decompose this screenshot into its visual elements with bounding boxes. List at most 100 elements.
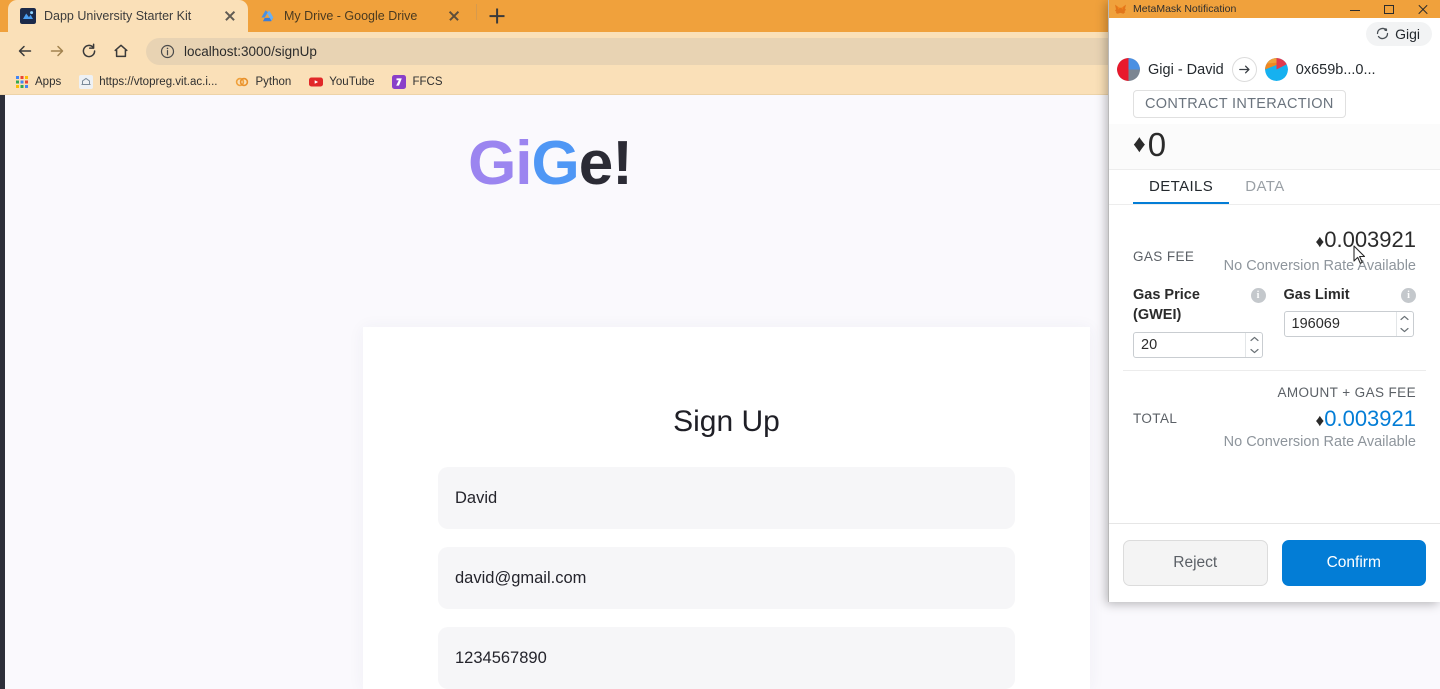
from-account[interactable]: Gigi - David [1117, 58, 1224, 81]
name-field[interactable]: David [438, 467, 1015, 529]
email-field[interactable]: david@gmail.com [438, 547, 1015, 609]
browser-tab-title: My Drive - Google Drive [284, 9, 418, 23]
window-controls [1338, 0, 1440, 18]
gas-price-group: Gas Price (GWEI) i [1133, 285, 1266, 358]
metamask-titlebar: MetaMask Notification [1109, 0, 1440, 18]
to-account-identicon [1264, 58, 1288, 81]
ffcs-favicon [392, 75, 407, 89]
accounts-row: Gigi - David 0x659b...0... [1109, 49, 1440, 90]
network-row: Gigi [1109, 18, 1440, 49]
home-button[interactable] [106, 36, 136, 66]
gas-price-label-line1: Gas Price [1133, 286, 1200, 303]
gas-fee-label: GAS FEE [1133, 249, 1195, 264]
transaction-type-badge: CONTRACT INTERACTION [1133, 90, 1346, 118]
close-icon[interactable] [446, 8, 462, 24]
gas-limit-header: Gas Limit i [1283, 285, 1416, 306]
ethereum-icon: ♦ [1315, 232, 1325, 251]
logo-part-e: e! [578, 129, 633, 198]
ethereum-icon: ♦ [1315, 410, 1325, 430]
metamask-actions: Reject Confirm [1109, 523, 1440, 602]
dapp-university-favicon [20, 8, 36, 24]
google-drive-favicon [261, 10, 274, 22]
gas-price-stepper[interactable] [1133, 331, 1263, 358]
browser-tab-google-drive[interactable]: My Drive - Google Drive [248, 0, 472, 32]
bookmark-vtop[interactable]: https://vtopreg.vit.ac.i... [72, 73, 224, 91]
browser-tab-dapp-university[interactable]: Dapp University Starter Kit [8, 0, 248, 32]
screen: Dapp University Starter Kit My Drive - G… [0, 0, 1440, 689]
tab-separator [476, 4, 477, 20]
close-icon[interactable] [222, 8, 238, 24]
gas-price-spinner-buttons [1245, 332, 1262, 357]
apps-grid-icon [16, 76, 28, 88]
gas-price-label-line2: (GWEI) [1133, 307, 1182, 324]
transaction-amount-row: ♦ 0 [1109, 124, 1440, 170]
forward-arrow-icon [50, 45, 64, 57]
forward-button[interactable] [42, 36, 72, 66]
metamask-window-title: MetaMask Notification [1133, 3, 1237, 15]
reject-button[interactable]: Reject [1123, 540, 1268, 586]
site-logo: GiGe! [0, 133, 1100, 195]
bookmark-apps[interactable]: Apps [8, 73, 68, 91]
gas-price-increment-button[interactable] [1246, 333, 1262, 345]
bookmark-label: YouTube [329, 76, 375, 88]
maximize-icon[interactable] [1372, 0, 1406, 18]
gas-limit-increment-button[interactable] [1397, 312, 1413, 324]
transfer-arrow-icon [1231, 57, 1257, 82]
youtube-favicon [309, 77, 324, 87]
arrow-right-icon [1238, 65, 1250, 74]
gas-limit-label: Gas Limit [1283, 286, 1350, 303]
gas-fee-conversion-note: No Conversion Rate Available [1223, 258, 1416, 274]
gas-price-input[interactable] [1134, 332, 1245, 357]
gas-inputs-row: Gas Price (GWEI) i 20 Gas Limit i 196069 [1123, 277, 1426, 371]
reload-button[interactable] [74, 36, 104, 66]
gas-price-header: Gas Price (GWEI) i [1133, 285, 1266, 326]
chevron-up-icon [1249, 336, 1259, 341]
info-icon[interactable]: i [1250, 287, 1266, 303]
info-circle-icon[interactable] [160, 44, 175, 59]
home-icon [114, 44, 128, 58]
signup-form: David david@gmail.com 1234567890 Submit [363, 439, 1090, 689]
gas-limit-decrement-button[interactable] [1397, 324, 1413, 336]
info-icon[interactable]: i [1401, 287, 1416, 303]
logo-part-gi: Gi [468, 129, 532, 198]
gas-limit-input[interactable] [1284, 312, 1396, 337]
back-arrow-icon [18, 45, 32, 57]
site-favicon [79, 75, 94, 89]
page-title: Sign Up [673, 405, 780, 438]
gas-limit-spinner-buttons [1395, 312, 1413, 337]
network-name: Gigi [1395, 25, 1420, 42]
metamask-details-panel: GAS FEE ♦0.003921 No Conversion Rate Ava… [1109, 205, 1440, 523]
total-amount: ♦0.003921 [1316, 406, 1416, 432]
metamask-tabs: DETAILS DATA [1109, 170, 1440, 205]
bookmark-label: Python [255, 76, 292, 88]
from-account-name: Gigi - David [1148, 61, 1224, 78]
logo-part-g: G [531, 129, 580, 198]
close-icon[interactable] [1406, 0, 1440, 18]
to-account[interactable]: 0x659b...0... [1264, 58, 1376, 81]
gas-price-decrement-button[interactable] [1246, 345, 1262, 357]
bookmark-python[interactable]: Python [228, 73, 298, 91]
transaction-amount: 0 [1147, 126, 1167, 163]
tab-details[interactable]: DETAILS [1133, 170, 1230, 204]
minimize-icon[interactable] [1338, 0, 1372, 18]
total-number: 0.003921 [1324, 405, 1416, 431]
new-tab-button[interactable] [483, 2, 511, 30]
bookmark-ffcs[interactable]: FFCS [385, 73, 449, 91]
total-label: TOTAL [1133, 411, 1178, 427]
phone-field[interactable]: 1234567890 [438, 627, 1015, 689]
ethereum-icon: ♦ [1133, 130, 1146, 158]
chevron-down-icon [1400, 328, 1409, 333]
back-button[interactable] [10, 36, 40, 66]
gas-fee-amount: ♦0.003921 [1224, 227, 1416, 253]
to-account-address: 0x659b...0... [1295, 61, 1376, 78]
address-bar-url: localhost:3000/signUp [184, 43, 317, 59]
confirm-button[interactable]: Confirm [1281, 540, 1426, 586]
chevron-down-icon [1249, 348, 1259, 353]
metamask-fox-icon [1115, 4, 1126, 14]
tab-data[interactable]: DATA [1229, 170, 1300, 204]
bookmark-youtube[interactable]: YouTube [302, 73, 381, 91]
gas-fee-values: ♦0.003921 No Conversion Rate Available [1224, 227, 1416, 277]
network-selector[interactable]: Gigi [1366, 21, 1432, 46]
gas-limit-stepper[interactable] [1283, 311, 1414, 338]
metamask-notification-window: MetaMask Notification Gigi Gigi - David … [1108, 0, 1440, 602]
